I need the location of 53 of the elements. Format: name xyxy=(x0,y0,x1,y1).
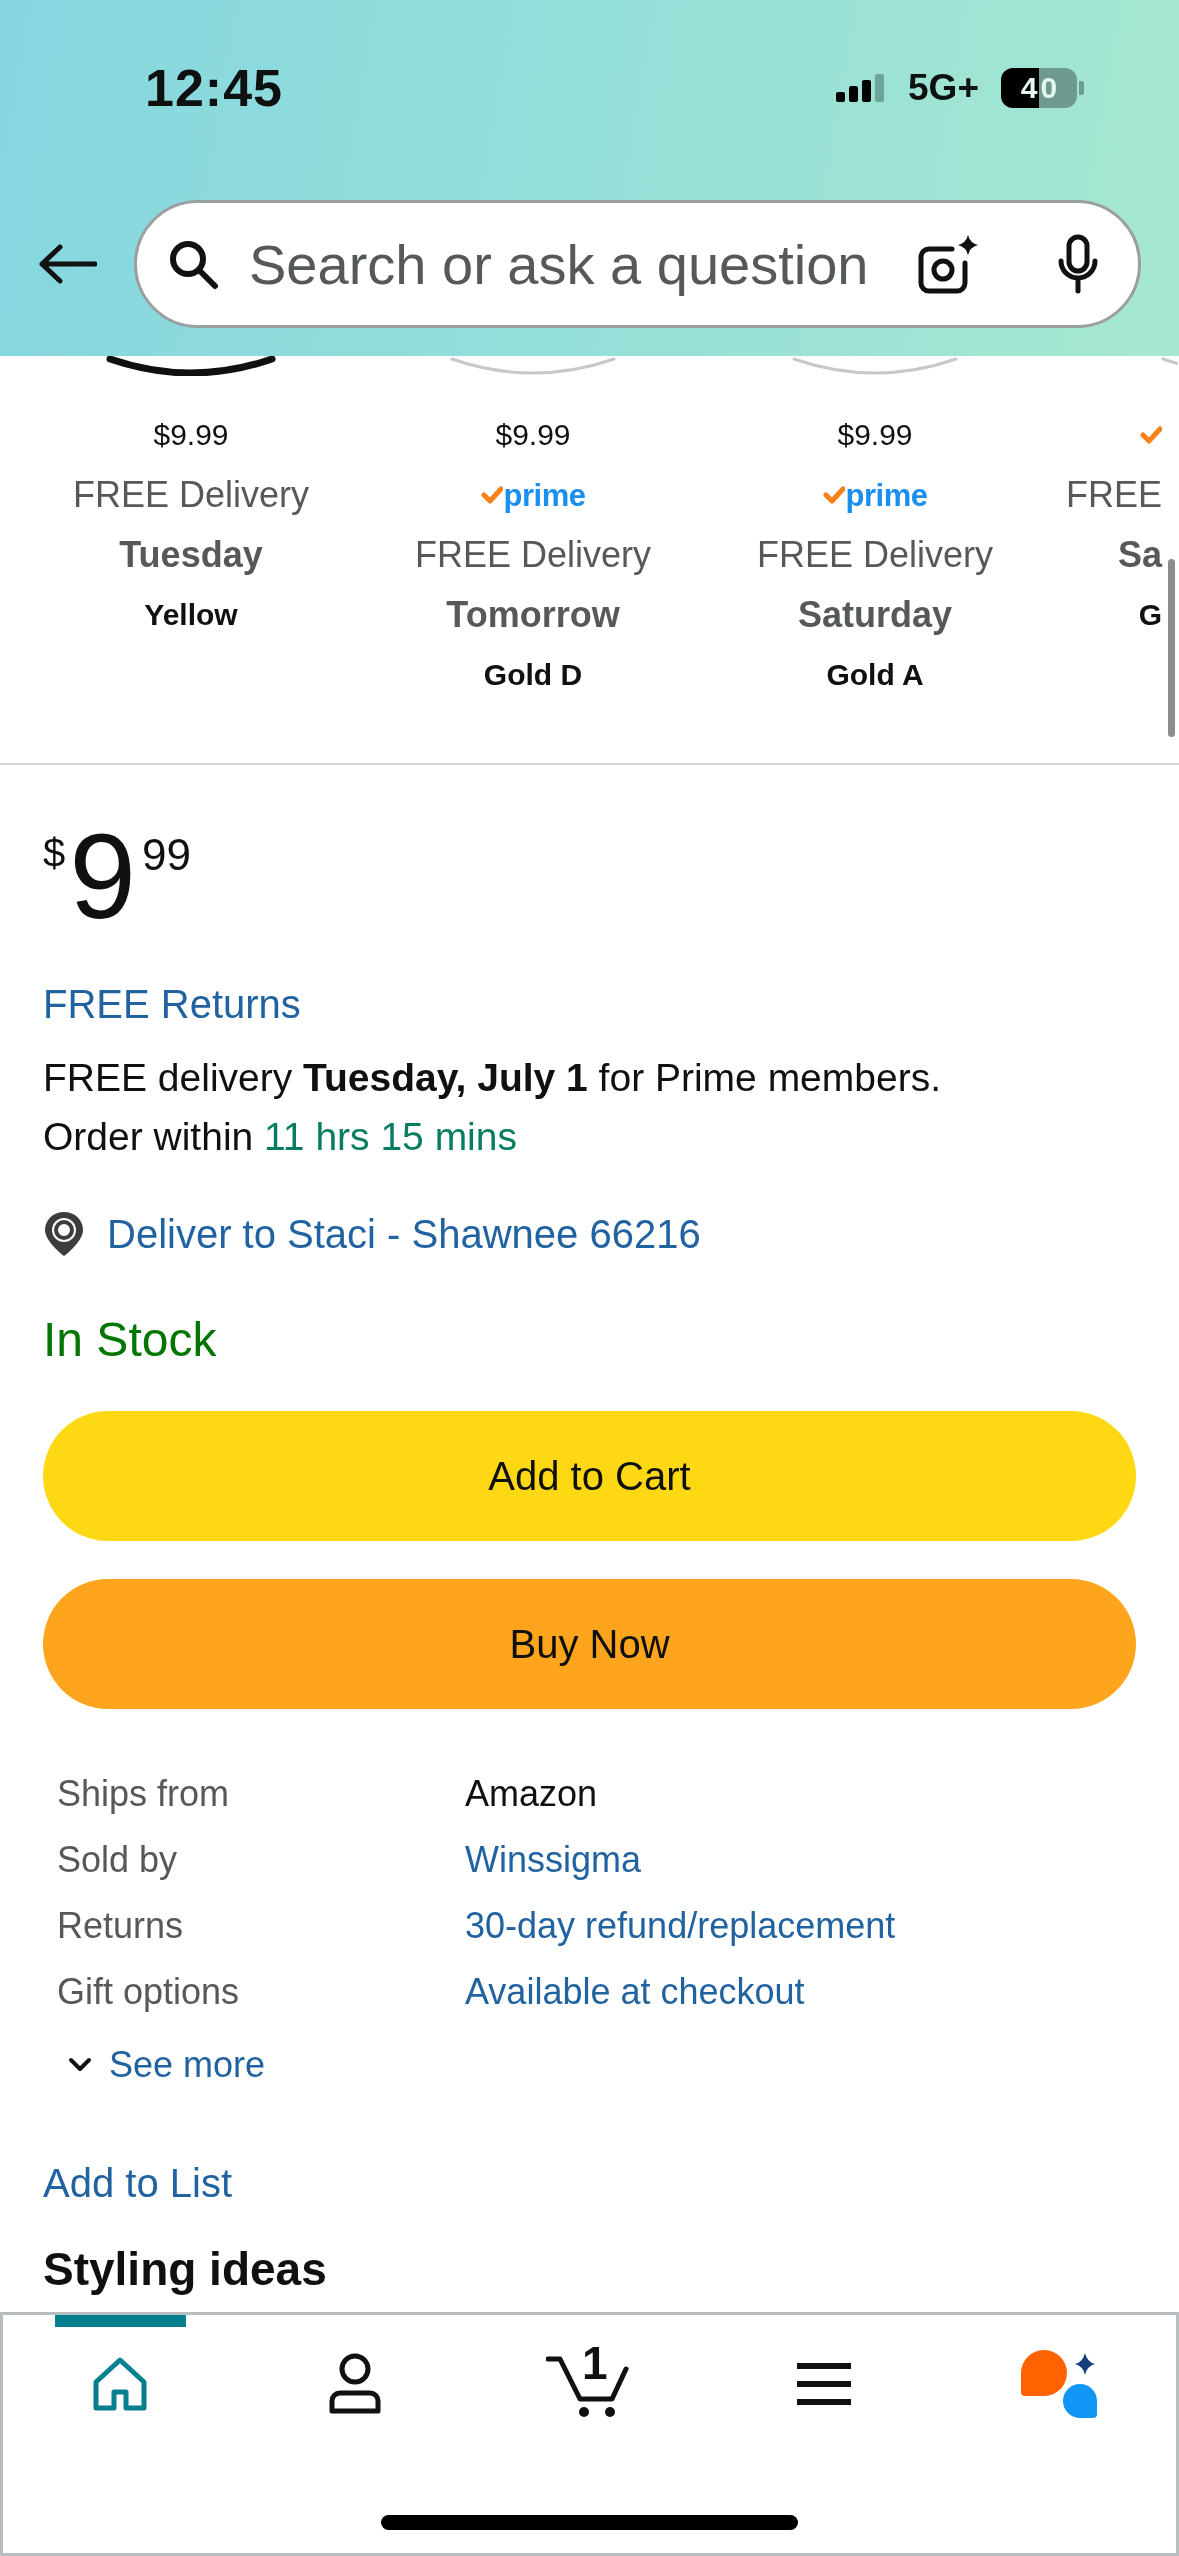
variant-name: G xyxy=(1138,597,1162,633)
add-to-list-link[interactable]: Add to List xyxy=(43,2155,232,2211)
delivery-day: Saturday xyxy=(797,585,953,645)
swatch-ring-icon[interactable] xyxy=(106,356,276,376)
detail-label: Gift options xyxy=(57,1970,241,2014)
swatch-ring-icon[interactable] xyxy=(790,356,960,376)
prime-label: prime xyxy=(503,479,586,511)
delivery-label: FREE xyxy=(1066,473,1162,517)
status-time: 12:45 xyxy=(145,58,283,118)
menu-icon xyxy=(797,2363,852,2405)
home-icon xyxy=(92,2356,149,2412)
stock-status: In Stock xyxy=(43,1312,217,1368)
chat-bubbles-icon xyxy=(1020,2350,1097,2418)
microphone-icon[interactable] xyxy=(1056,234,1100,294)
delivery-message: FREE delivery Tuesday, July 1 for Prime members. xyxy=(43,1055,941,1101)
prime-label: prime xyxy=(845,479,928,511)
cart-count: 1 xyxy=(582,2340,608,2386)
location-pin-icon xyxy=(43,1210,85,1258)
buy-now-button[interactable]: Buy Now xyxy=(43,1579,1136,1709)
variant-name: Gold A xyxy=(826,657,924,693)
order-deadline: Order within 11 hrs 15 mins xyxy=(43,1114,517,1160)
back-arrow-icon[interactable] xyxy=(37,244,97,284)
free-returns-link[interactable]: FREE Returns xyxy=(43,976,301,1032)
search-input[interactable]: Search or ask a question xyxy=(249,224,908,304)
section-heading: Styling ideas xyxy=(43,2242,327,2297)
variant-price: $9.99 xyxy=(153,417,229,453)
deliver-to-link[interactable]: Deliver to Staci - Shawnee 66216 xyxy=(107,1206,701,1262)
detail-link[interactable]: Available at checkout xyxy=(465,1959,896,2025)
delivery-day: Tuesday xyxy=(119,525,263,585)
variant-price: $9.99 xyxy=(495,417,571,453)
delivery-label: FREE Delivery xyxy=(414,533,651,577)
detail-label: Returns xyxy=(57,1904,185,1948)
add-to-cart-button[interactable]: Add to Cart xyxy=(43,1411,1136,1541)
detail-label: Ships from xyxy=(57,1772,231,1816)
camera-sparkle-icon[interactable] xyxy=(918,234,980,294)
search-field[interactable]: Search or ask a question xyxy=(134,200,1141,328)
network-label: 5G+ xyxy=(908,67,979,109)
variant-name: Gold D xyxy=(483,657,583,693)
delivery-label: FREE Delivery xyxy=(756,533,993,577)
search-icon xyxy=(167,238,219,290)
detail-label: Sold by xyxy=(57,1838,179,1882)
detail-value: Amazon xyxy=(465,1772,599,1816)
swatch-ring-icon[interactable] xyxy=(448,356,618,376)
signal-icon xyxy=(836,74,887,102)
delivery-day: Tomorrow xyxy=(446,585,620,645)
delivery-day: Sa xyxy=(1117,525,1162,585)
see-more-button[interactable]: See more xyxy=(68,2032,266,2098)
variant-price: $9.99 xyxy=(837,417,913,453)
cart-tab[interactable]: 1 xyxy=(524,2315,655,2453)
variant-name: Yellow xyxy=(144,597,238,633)
delivery-label: FREE Delivery xyxy=(72,473,309,517)
detail-link[interactable]: 30-day refund/replacement xyxy=(465,1893,896,1959)
detail-link[interactable]: Winssigma xyxy=(465,1827,896,1893)
